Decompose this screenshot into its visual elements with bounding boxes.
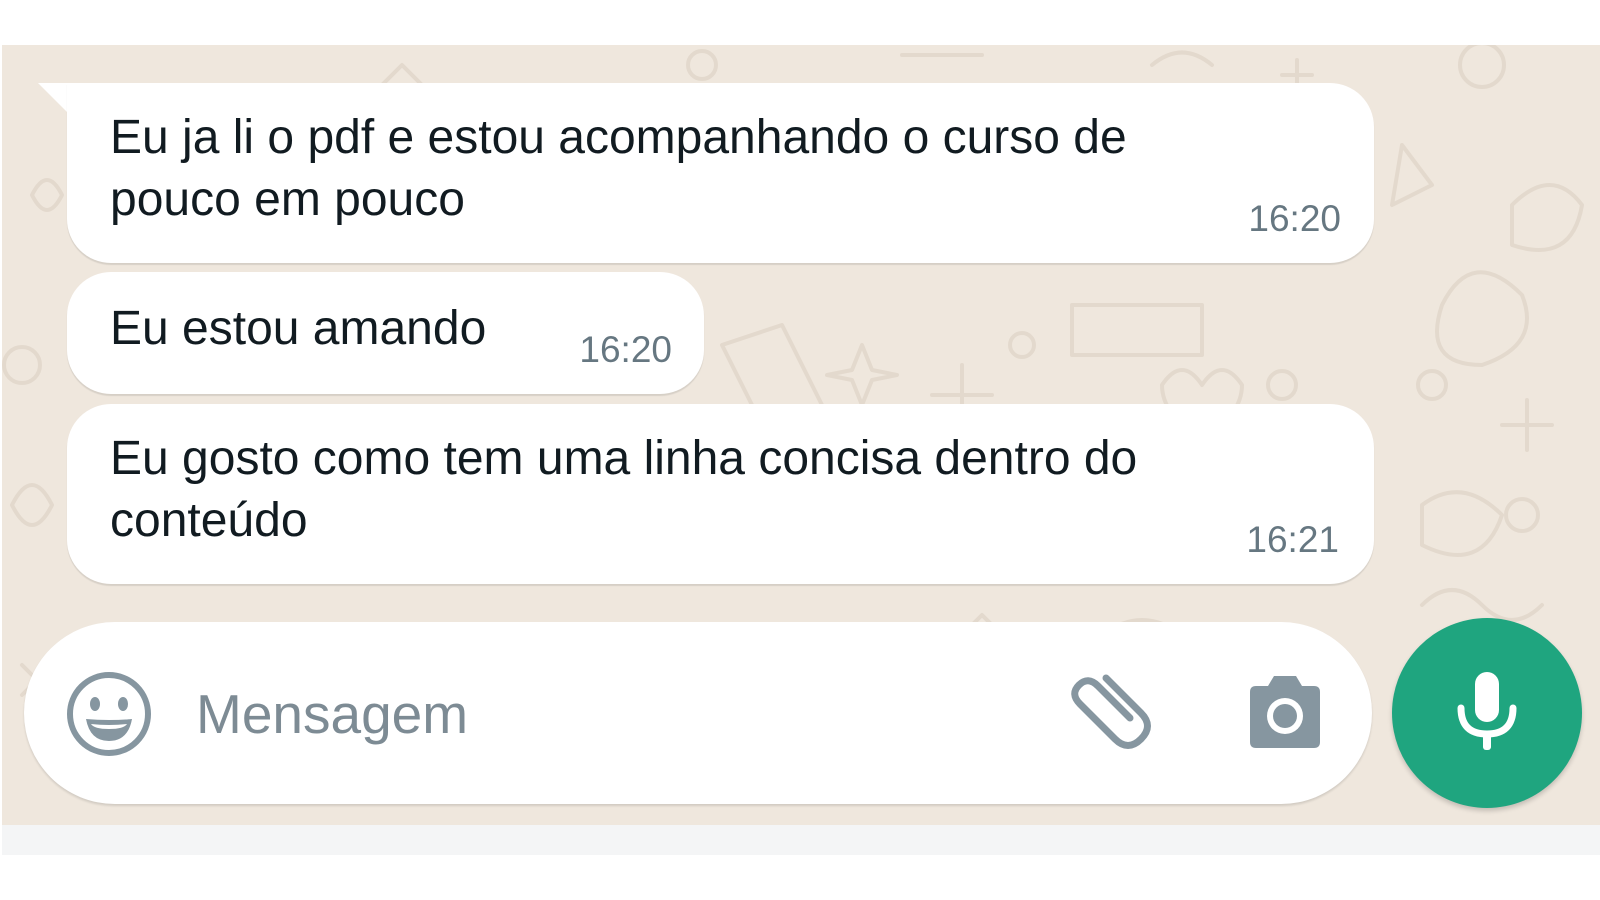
emoji-icon (67, 672, 151, 756)
camera-icon (1250, 676, 1320, 748)
camera-button[interactable] (1242, 670, 1328, 756)
chat-area[interactable]: Eu ja li o pdf e estou acompanhando o cu… (2, 45, 1600, 825)
microphone-icon (1457, 672, 1517, 750)
paperclip-icon (1071, 674, 1151, 749)
message-text: Eu ja li o pdf e estou acompanhando o cu… (110, 111, 1127, 226)
message-bubble[interactable]: Eu gosto como tem uma linha concisa dent… (67, 404, 1374, 584)
message-time: 16:21 (1246, 519, 1339, 560)
message-text: Eu gosto como tem uma linha concisa dent… (110, 432, 1138, 547)
message-composer (24, 622, 1372, 804)
message-time: 16:20 (579, 329, 672, 370)
attach-button[interactable] (1064, 668, 1156, 760)
emoji-button[interactable] (64, 669, 154, 759)
voice-message-button[interactable] (1392, 618, 1582, 808)
message-time: 16:20 (1248, 198, 1341, 239)
message-bubble[interactable]: Eu ja li o pdf e estou acompanhando o cu… (67, 83, 1374, 263)
bubble-tail (38, 83, 68, 113)
message-text: Eu estou amando (110, 302, 487, 355)
chat-screen: Eu ja li o pdf e estou acompanhando o cu… (0, 0, 1600, 900)
message-bubble[interactable]: Eu estou amando 16:20 (67, 272, 704, 394)
navigation-bar-area (2, 825, 1600, 855)
message-input[interactable] (196, 674, 1016, 754)
